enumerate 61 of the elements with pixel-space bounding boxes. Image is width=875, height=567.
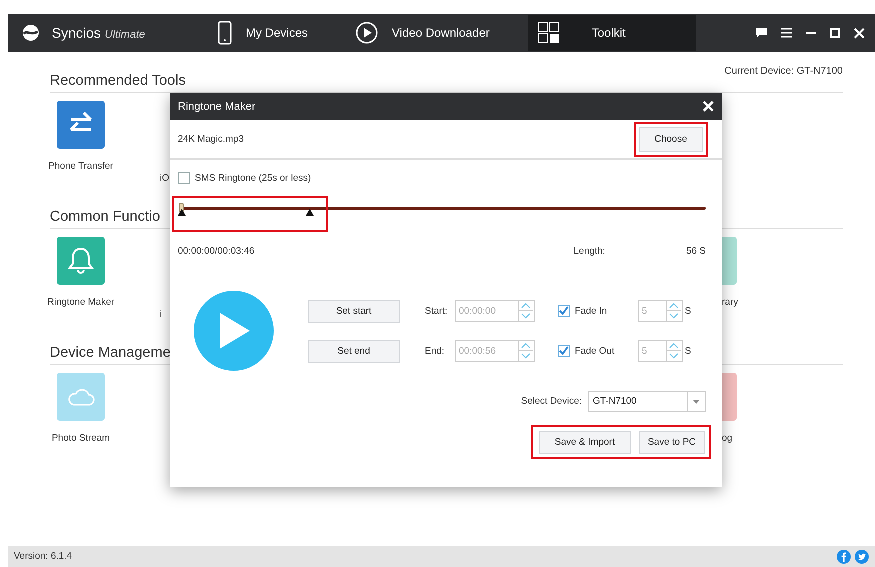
field-label: End: — [425, 346, 446, 356]
tool-label: Photo Stream — [52, 433, 110, 444]
bell-icon — [67, 246, 95, 276]
time-readout: 00:00:00/00:03:46 — [178, 246, 255, 257]
play-circle-icon — [356, 22, 378, 44]
menu-icon[interactable] — [781, 28, 792, 38]
tool-tile[interactable] — [57, 101, 105, 149]
maximize-icon[interactable] — [830, 28, 840, 38]
caret-icon — [693, 400, 700, 404]
unit-label: S — [685, 306, 692, 316]
device-dropdown[interactable]: GT-N7100 — [588, 391, 706, 412]
current-device: Current Device: GT-N7100 — [724, 66, 843, 77]
spinner-arrows[interactable] — [667, 300, 683, 322]
unit-label: S — [685, 346, 692, 356]
checkbox-label: SMS Ringtone (25s or less) — [195, 172, 312, 184]
twitter-icon[interactable] — [855, 550, 869, 564]
section-title: Device Manageme — [50, 345, 171, 361]
nav-tab[interactable]: My Devices — [208, 15, 328, 51]
length-value: 56 S — [686, 246, 706, 257]
action-button[interactable]: Save to PC — [639, 431, 705, 454]
nav-tab[interactable]: Toolkit — [528, 15, 696, 51]
start-marker[interactable] — [178, 209, 186, 216]
set-button[interactable]: Set end — [308, 340, 400, 362]
facebook-icon[interactable] — [837, 550, 851, 564]
section-title: Recommended Tools — [50, 73, 186, 89]
version-text: Version: 6.1.4 — [14, 551, 72, 562]
choose-button[interactable]: Choose — [639, 126, 703, 152]
nav-tab[interactable]: Video Downloader — [346, 15, 510, 51]
checkbox[interactable] — [558, 345, 570, 357]
spinner-arrows[interactable] — [667, 340, 683, 362]
cloud-icon — [66, 386, 96, 408]
close-icon[interactable] — [854, 28, 865, 38]
tool-label: iO — [160, 173, 170, 184]
grid-icon — [538, 22, 560, 44]
minimize-icon[interactable] — [806, 32, 816, 34]
tool-label: rary — [721, 297, 740, 308]
spinner-arrows[interactable] — [519, 340, 535, 362]
file-name: 24K Magic.mp3 — [178, 134, 244, 144]
logo-icon — [22, 24, 40, 42]
tool-label: Ringtone Maker — [47, 297, 115, 308]
section-title: Common Functio — [50, 209, 160, 225]
app-name: Syncios Ultimate — [52, 25, 146, 41]
tool-tile[interactable] — [57, 237, 105, 285]
checkbox[interactable] — [558, 305, 570, 317]
field-label: Start: — [425, 306, 449, 316]
tool-label: i — [160, 309, 162, 320]
device-label: Select Device: — [521, 396, 582, 407]
set-button[interactable]: Set start — [308, 300, 400, 322]
spinner-arrows[interactable] — [519, 300, 535, 322]
action-button[interactable]: Save & Import — [539, 431, 631, 454]
tool-label: Phone Transfer — [48, 161, 114, 172]
length-label: Length: — [574, 246, 606, 257]
end-marker[interactable] — [306, 209, 314, 216]
chat-icon[interactable] — [756, 28, 767, 38]
checkbox-label: Fade In — [575, 306, 608, 316]
phone-icon — [218, 21, 232, 45]
slider-thumb[interactable] — [179, 203, 184, 213]
dialog-title: Ringtone Maker — [178, 100, 256, 112]
checkbox[interactable] — [178, 172, 190, 184]
tool-tile[interactable] — [57, 373, 105, 421]
checkbox-label: Fade Out — [575, 346, 615, 356]
